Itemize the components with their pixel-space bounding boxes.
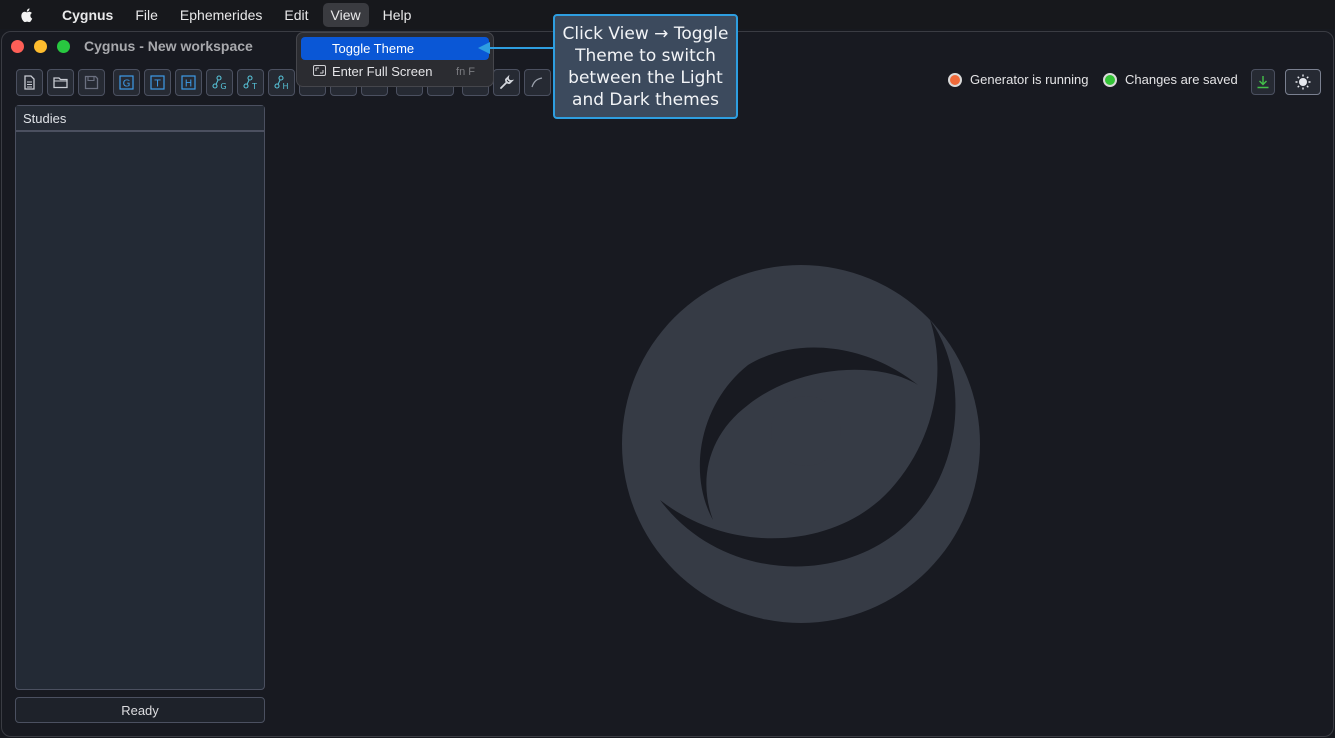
generator-status-indicator [948, 72, 962, 87]
generator-status-text: Generator is running [970, 72, 1089, 87]
curve-icon [531, 77, 543, 88]
studies-header: Studies [16, 106, 264, 132]
graph-t-icon: T [243, 75, 257, 91]
enter-full-screen-label: Enter Full Screen [332, 64, 433, 79]
tutorial-callout: Click View → Toggle Theme to switch betw… [553, 14, 738, 119]
app-window: Cygnus - New workspace G T H G T H Gener… [1, 31, 1334, 737]
zoom-window-button[interactable] [57, 39, 70, 53]
menu-app-name[interactable]: Cygnus [54, 3, 121, 27]
menu-item-enter-full-screen[interactable]: Enter Full Screen fn F [301, 60, 489, 83]
graph-t-letter: T [251, 82, 257, 91]
t-letter-button[interactable]: T [144, 69, 171, 96]
curve-tool-button[interactable] [524, 69, 551, 96]
save-status: Changes are saved [1103, 72, 1238, 87]
view-menu-dropdown: Toggle Theme Enter Full Screen fn F [296, 32, 494, 87]
download-button[interactable] [1251, 69, 1275, 95]
minimize-window-button[interactable] [34, 39, 47, 53]
download-icon [1257, 76, 1269, 89]
save-status-text: Changes are saved [1125, 72, 1238, 87]
menu-file[interactable]: File [127, 3, 166, 27]
folder-icon [53, 77, 68, 89]
graph-h-letter: H [282, 82, 288, 91]
menu-help[interactable]: Help [375, 3, 420, 27]
graph-g-letter: G [220, 82, 226, 91]
g-letter: G [123, 79, 131, 90]
fullscreen-icon [313, 65, 326, 76]
letter-g-icon: G [119, 75, 134, 90]
close-window-button[interactable] [11, 39, 24, 53]
studies-panel: Studies [15, 105, 265, 690]
save-button[interactable] [78, 69, 105, 96]
graph-t-button[interactable]: T [237, 69, 264, 96]
theme-toggle-button[interactable] [1285, 69, 1321, 95]
generator-status: Generator is running [948, 72, 1089, 87]
graph-h-icon: H [274, 75, 289, 91]
wrench-icon [500, 74, 515, 89]
save-status-indicator [1103, 72, 1117, 87]
settings-button[interactable] [493, 69, 520, 96]
graph-h-button[interactable]: H [268, 69, 295, 96]
g-letter-button[interactable]: G [113, 69, 140, 96]
menu-edit[interactable]: Edit [276, 3, 316, 27]
window-title: Cygnus - New workspace [84, 38, 253, 54]
open-folder-button[interactable] [47, 69, 74, 96]
status-bar: Ready [15, 697, 265, 723]
graph-g-button[interactable]: G [206, 69, 233, 96]
graph-g-icon: G [212, 75, 227, 91]
save-icon [84, 75, 99, 90]
cygnus-logo-icon [622, 265, 980, 623]
new-file-icon [24, 75, 35, 90]
t-letter: T [153, 79, 161, 90]
full-screen-shortcut: fn F [456, 65, 475, 78]
menu-ephemerides[interactable]: Ephemerides [172, 3, 271, 27]
callout-arrow-icon [478, 42, 556, 54]
letter-h-icon: H [181, 75, 196, 90]
menu-view[interactable]: View [322, 2, 369, 27]
toggle-theme-label: Toggle Theme [332, 41, 415, 56]
h-letter: H [185, 79, 193, 90]
apple-icon[interactable] [18, 6, 36, 24]
menu-item-toggle-theme[interactable]: Toggle Theme [301, 37, 489, 60]
new-file-button[interactable] [16, 69, 43, 96]
letter-t-icon: T [150, 75, 165, 90]
h-letter-button[interactable]: H [175, 69, 202, 96]
sun-icon [1295, 74, 1311, 90]
